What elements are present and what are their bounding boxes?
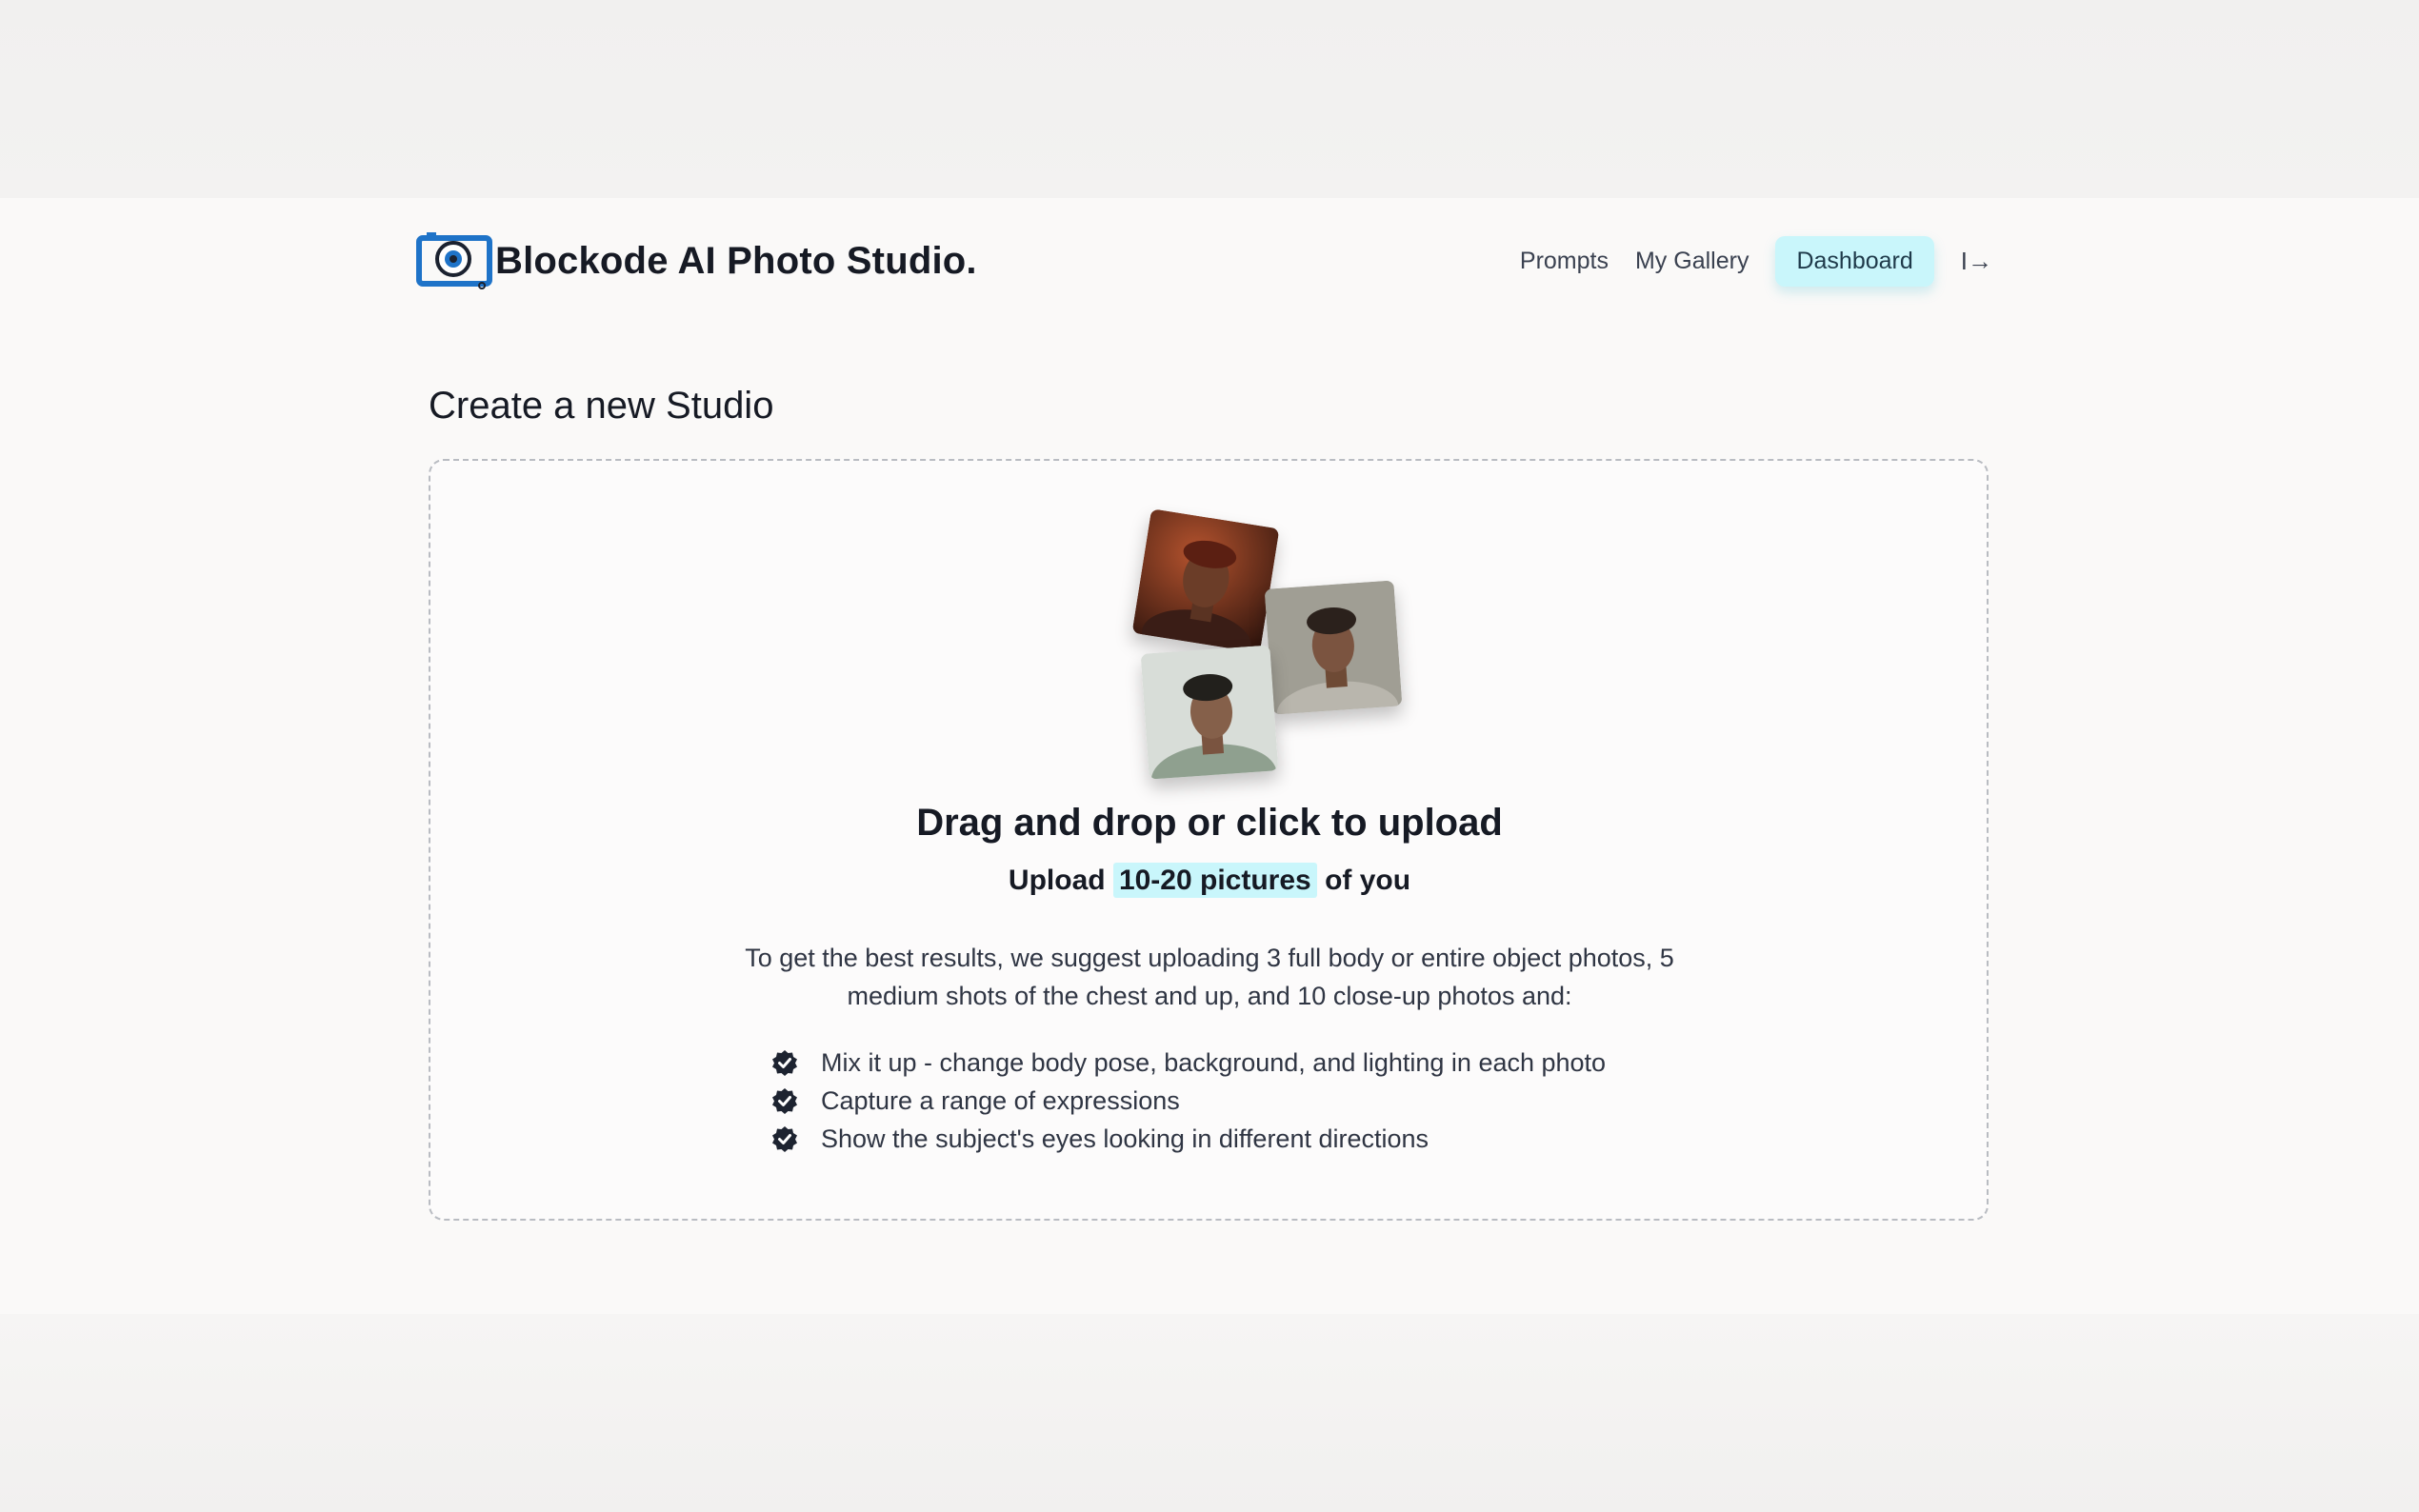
sample-photos [1130, 508, 1415, 785]
list-item: Show the subject's eyes looking in diffe… [771, 1120, 1606, 1158]
list-item: Mix it up - change body pose, background… [771, 1044, 1606, 1082]
list-item: Capture a range of expressions [771, 1082, 1606, 1120]
sample-photo-cool [1140, 645, 1279, 780]
upload-subheading: Upload 10-20 pictures of you [0, 863, 2419, 898]
upload-description: To get the best results, we suggest uplo… [745, 944, 1674, 1010]
nav-dashboard[interactable]: Dashboard [1775, 235, 1934, 287]
upload-sub-suffix: of you [1325, 865, 1411, 896]
bottom-backdrop [0, 1314, 2419, 1512]
camera-lens-icon[interactable] [415, 229, 495, 293]
main-nav: Prompts My Gallery Dashboard I→ [1520, 235, 1992, 287]
tip-text: Show the subject's eyes looking in diffe… [821, 1124, 1429, 1153]
tip-text: Capture a range of expressions [821, 1085, 1180, 1115]
verified-check-icon [772, 1126, 797, 1152]
tips-list: Mix it up - change body pose, background… [771, 1044, 1606, 1158]
sample-photo-warm [1131, 508, 1280, 653]
sample-photo-neutral [1264, 580, 1403, 715]
upload-count-highlight: 10-20 pictures [1112, 863, 1317, 898]
page-title: Create a new Studio [429, 385, 774, 427]
upload-heading: Drag and drop or click to upload [916, 802, 1503, 844]
verified-check-icon [772, 1050, 797, 1076]
top-backdrop [0, 0, 2419, 198]
nav-prompts[interactable]: Prompts [1520, 248, 1609, 275]
logout-icon[interactable]: I→ [1961, 247, 1992, 276]
nav-my-gallery[interactable]: My Gallery [1635, 248, 1749, 275]
brand-title[interactable]: Blockode AI Photo Studio. [495, 234, 977, 288]
upload-sub-prefix: Upload [1008, 865, 1106, 896]
verified-check-icon [772, 1088, 797, 1114]
header: Blockode AI Photo Studio. Prompts My Gal… [415, 229, 1992, 293]
tip-text: Mix it up - change body pose, background… [821, 1047, 1607, 1077]
